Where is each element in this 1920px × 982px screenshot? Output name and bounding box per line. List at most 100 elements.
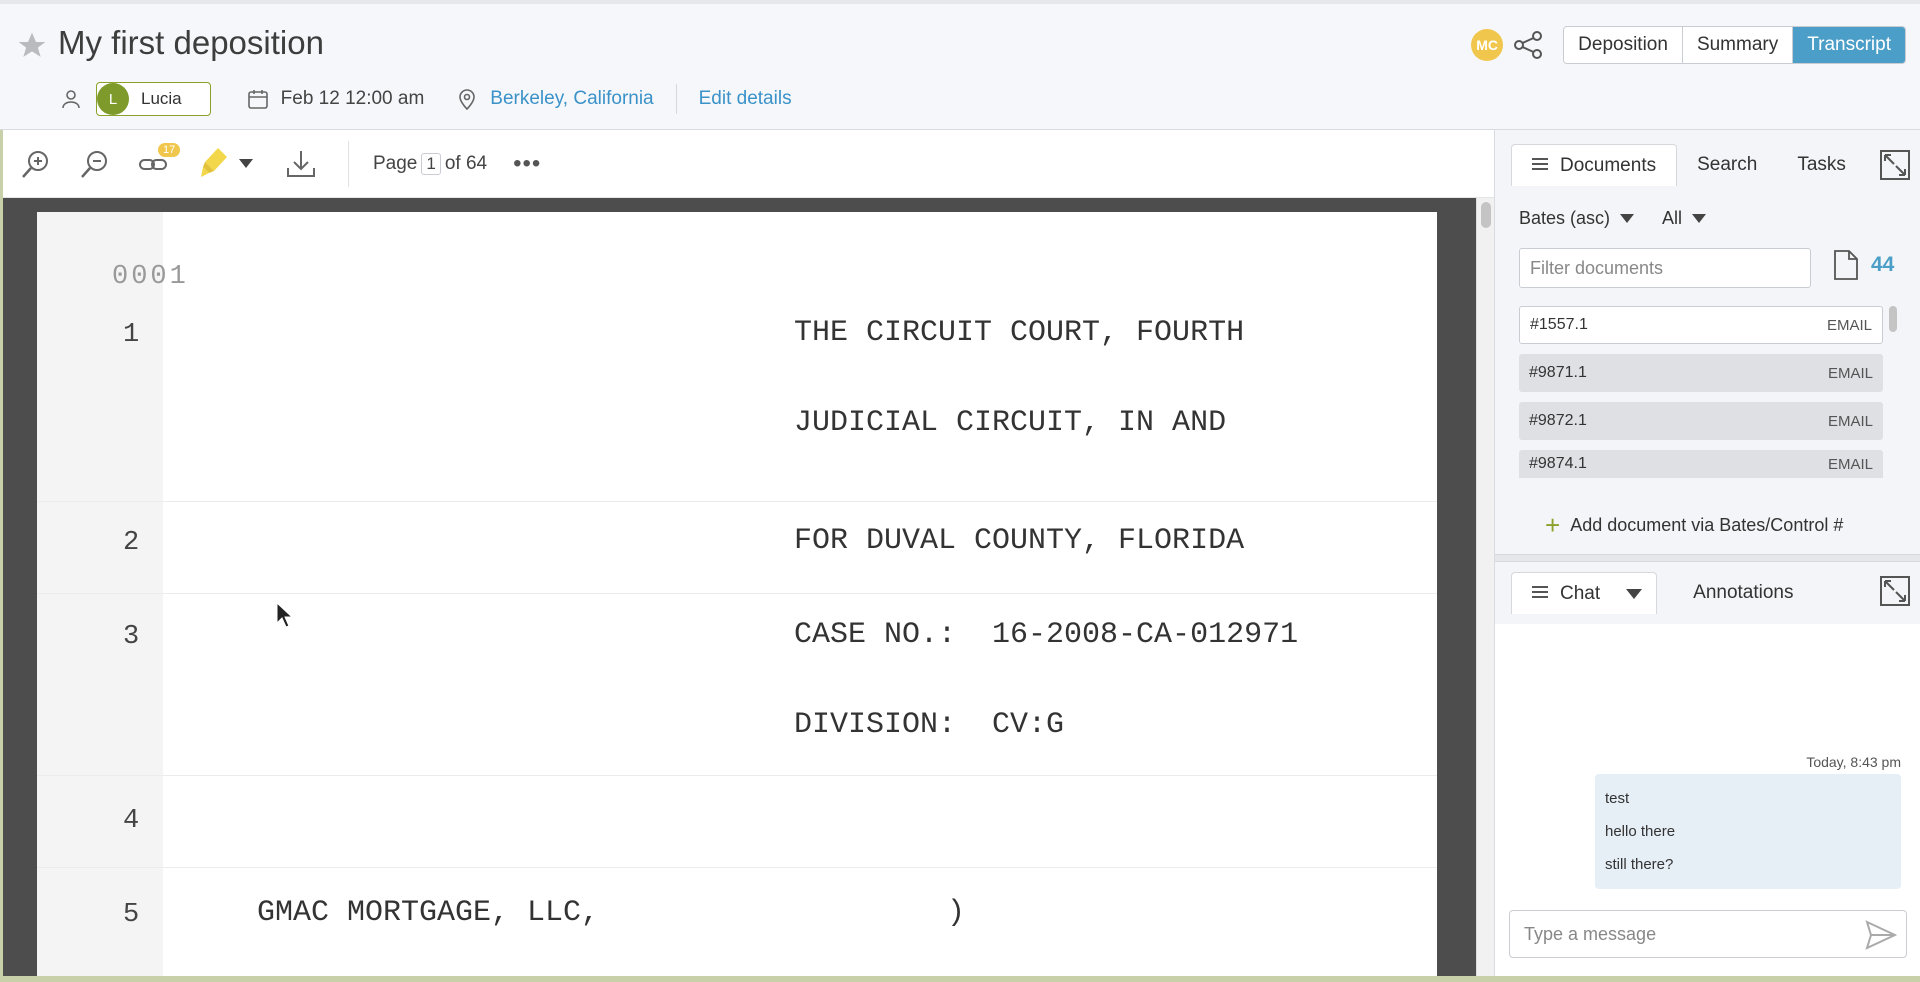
line-text: JUDICIAL CIRCUIT, IN AND [794,406,1227,440]
tab-deposition[interactable]: Deposition [1564,27,1683,63]
chat-bubble: test hello there still there? [1595,774,1901,889]
viewer-toolbar: 17 Page 1 of 64 ••• [0,130,1494,198]
line-number: 1 [123,320,140,350]
document-id: #1557.1 [1530,316,1588,333]
tab-chat[interactable]: Chat [1511,572,1658,614]
list-item[interactable]: #9874.1 EMAIL [1519,450,1883,478]
date-text: Feb 12 12:00 am [280,88,425,109]
expand-icon[interactable] [1880,150,1910,180]
list-item[interactable]: #9871.1 EMAIL [1519,354,1883,392]
location-link[interactable]: Berkeley, California [490,88,653,110]
transcript-line: 4 [37,776,1437,868]
page-title: My first deposition [58,24,324,61]
caret-down-icon[interactable] [1626,588,1643,599]
line-number: 4 [123,806,140,836]
document-type: EMAIL [1826,316,1872,334]
assigned-user[interactable]: L Lucia [96,82,211,116]
user-name: Lucia [141,89,182,108]
share-icon[interactable] [1511,28,1545,62]
document-type: EMAIL [1827,412,1873,430]
mouse-cursor-icon [276,602,294,628]
documents-tabs: Documents Search Tasks [1511,144,1866,186]
tab-documents[interactable]: Documents [1511,144,1678,186]
participant-avatar[interactable]: MC [1471,29,1504,61]
caret-down-icon [239,158,253,168]
tab-search[interactable]: Search [1677,144,1777,186]
avatar: L [97,83,129,115]
chat-tabs: Chat Annotations [1511,572,1814,614]
chat-area: Today, 8:43 pm test hello there still th… [1495,624,1920,982]
transcript-line: 1 THE CIRCUIT COURT, FOURTH JUDICIAL CIR… [37,212,1437,502]
document-type: EMAIL [1827,364,1873,382]
transcript-viewer[interactable]: 0001 1 THE CIRCUIT COURT, FOURTH JUDICIA… [0,198,1494,982]
zoom-in-icon [22,150,48,178]
line-text: GMAC MORTGAGE, LLC, [257,896,600,930]
add-document-button[interactable]: + Add document via Bates/Control # [1545,510,1843,541]
document-type: EMAIL [1827,455,1873,473]
document-list-scrollbar[interactable] [1889,306,1899,462]
window-edge [0,130,3,982]
transcript-page: 0001 1 THE CIRCUIT COURT, FOURTH JUDICIA… [37,212,1437,982]
line-number: 3 [123,622,140,652]
caret-down-icon [1692,214,1707,223]
tab-annotations[interactable]: Annotations [1673,572,1813,614]
more-options-button[interactable]: ••• [513,150,541,178]
plus-icon: + [1545,510,1561,540]
transcript-line: 2 FOR DUVAL COUNTY, FLORIDA [37,502,1437,594]
chat-message-input[interactable] [1509,910,1907,958]
viewer-scrollbar[interactable] [1476,198,1494,982]
page-total: of 64 [444,152,488,174]
caret-down-icon [1620,214,1635,223]
window-edge [0,976,1920,982]
transcript-line: 5 GMAC MORTGAGE, LLC, ) [37,868,1437,982]
menu-icon [1532,155,1548,177]
document-count: 44 [1833,250,1894,280]
zoom-in-button[interactable] [18,146,54,182]
scope-dropdown[interactable]: All [1662,208,1682,229]
divider [675,84,677,114]
page-indicator: Page 1 of 64 [373,152,488,175]
zoom-out-icon [81,150,107,178]
chat-message: test [1605,790,1630,807]
documents-sort-row: Bates (asc) All [1519,208,1707,229]
download-icon [287,150,315,177]
scrollbar-thumb[interactable] [1481,202,1491,228]
highlighter-icon [201,147,227,177]
list-item[interactable]: #9872.1 EMAIL [1519,402,1883,440]
sort-dropdown[interactable]: Bates (asc) [1519,208,1610,229]
panel-resize-handle[interactable] [1495,554,1920,562]
star-icon[interactable] [16,30,48,62]
edit-details-link[interactable]: Edit details [699,88,792,110]
scrollbar-thumb[interactable] [1889,306,1897,332]
line-text: THE CIRCUIT COURT, FOURTH [794,316,1245,350]
line-text: CASE NO.: 16-2008-CA-012971 [794,618,1299,652]
send-icon[interactable] [1865,920,1897,950]
line-text: ) [947,896,966,930]
links-button[interactable]: 17 [136,142,181,182]
tab-tasks[interactable]: Tasks [1777,144,1866,186]
page-number-input[interactable]: 1 [421,152,441,175]
document-id: #9871.1 [1529,364,1587,381]
document-id: #9872.1 [1529,412,1587,429]
menu-icon [1532,583,1548,605]
line-text: FOR DUVAL COUNTY, FLORIDA [794,524,1245,558]
deposition-date[interactable]: Feb 12 12:00 am [245,86,425,112]
list-item[interactable]: #1557.1 EMAIL [1519,306,1883,344]
transcript-line: 3 CASE NO.: 16-2008-CA-012971 DIVISION: … [37,594,1437,776]
tab-label: Chat [1560,582,1601,604]
document-id: #9874.1 [1529,455,1587,472]
line-number: 2 [123,528,140,558]
document-list: #1557.1 EMAIL #9871.1 EMAIL #9872.1 EMAI… [1519,306,1883,488]
tab-summary[interactable]: Summary [1682,27,1794,63]
document-icon [1834,250,1858,280]
header-actions: MC Deposition Summary Transcript [1471,26,1906,64]
tab-transcript[interactable]: Transcript [1793,27,1905,63]
divider [348,140,349,187]
highlighter-button[interactable] [195,146,231,182]
view-switcher: Deposition Summary Transcript [1563,26,1906,64]
filter-documents-input[interactable] [1519,248,1811,288]
highlighter-dropdown[interactable] [235,146,257,182]
expand-icon[interactable] [1880,576,1910,606]
download-button[interactable] [283,146,319,182]
zoom-out-button[interactable] [77,146,113,182]
